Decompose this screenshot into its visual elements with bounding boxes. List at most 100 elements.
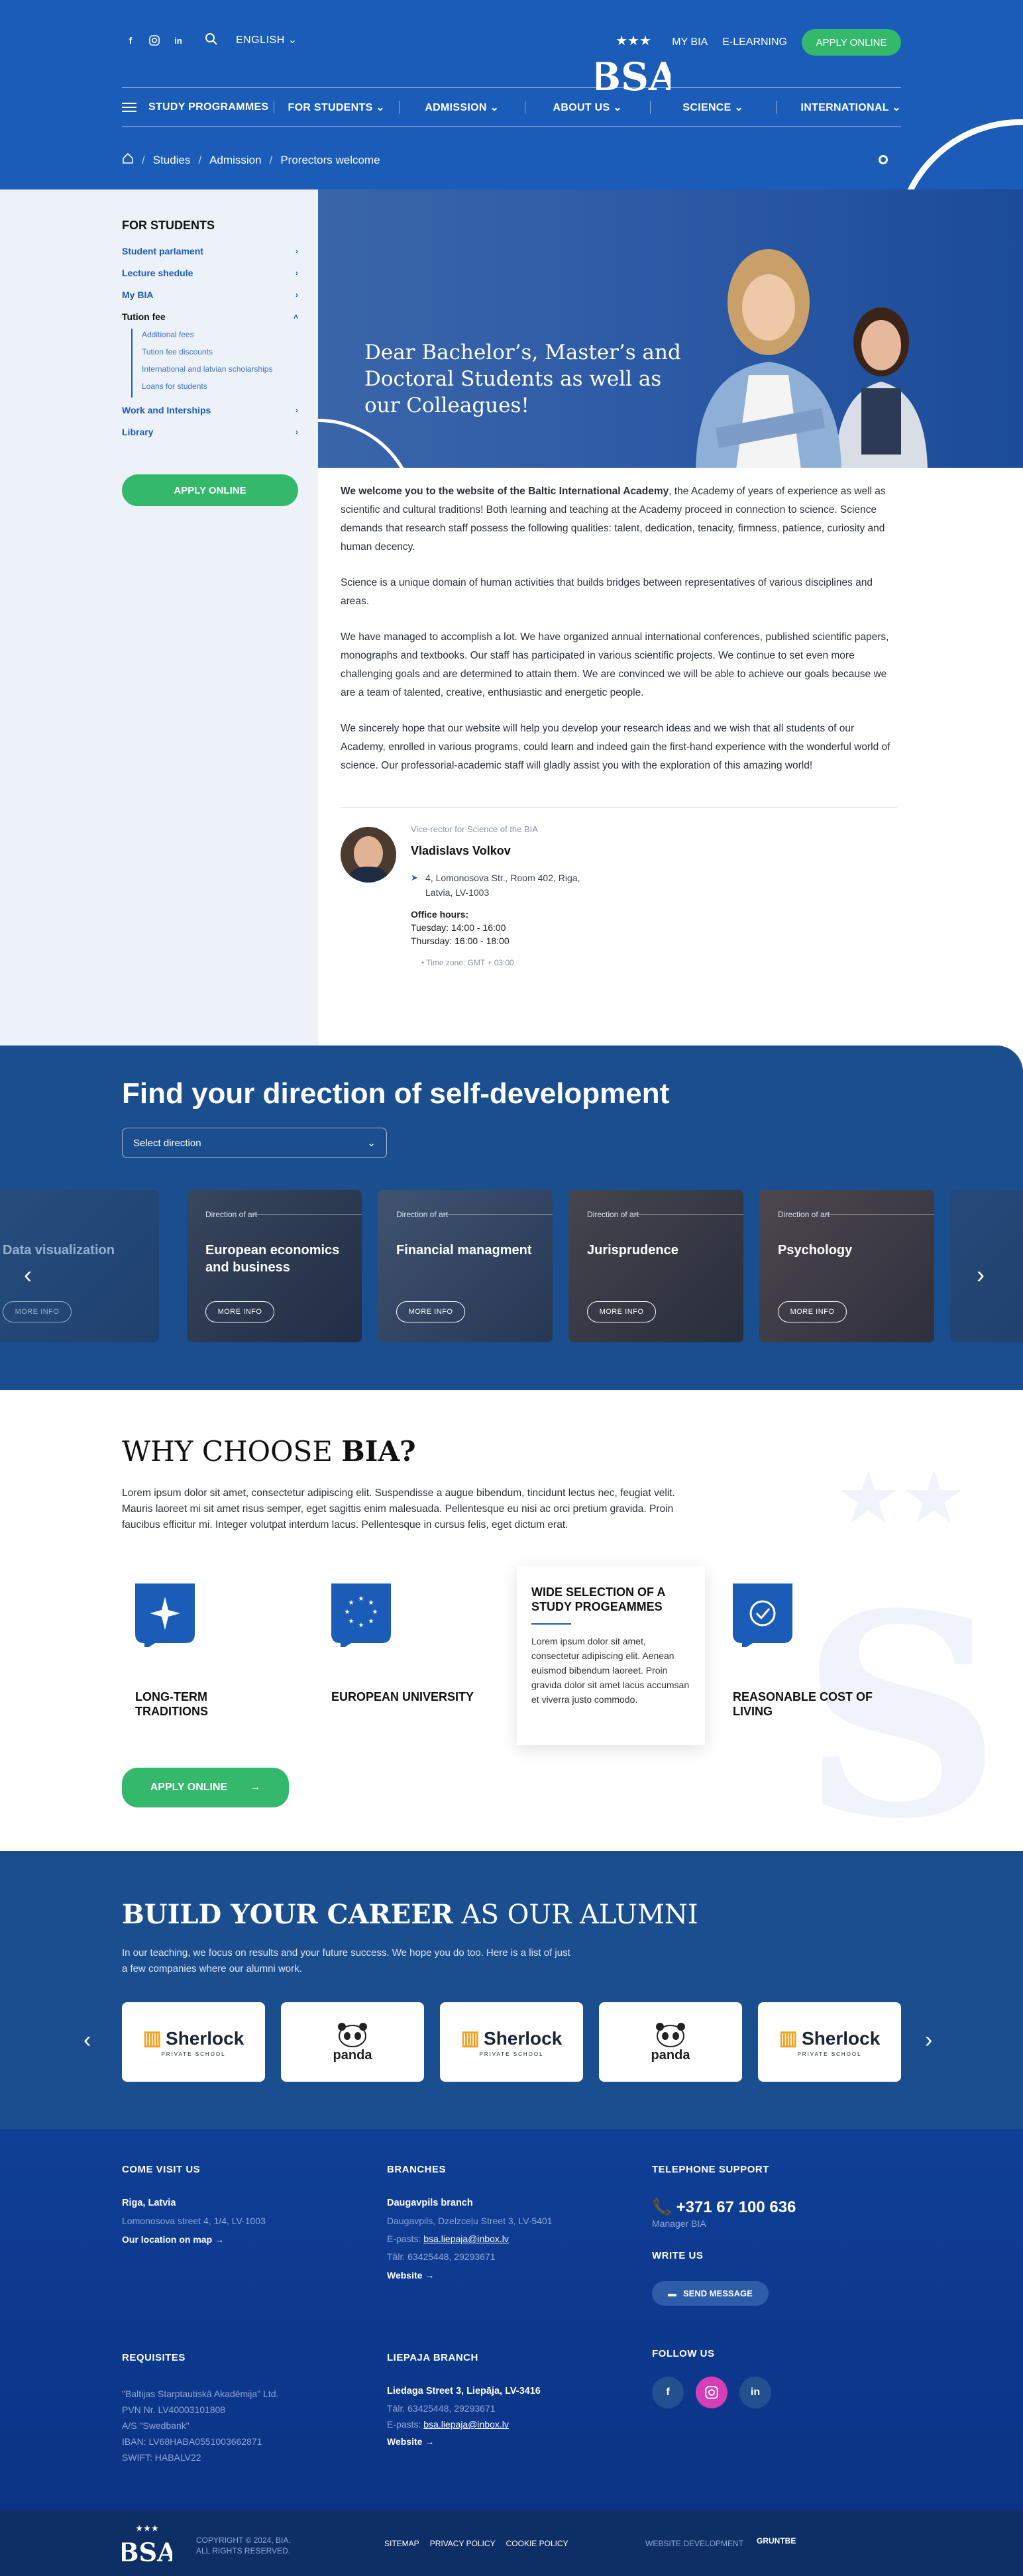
direction-card[interactable]: Direction of art European economics and … [187, 1190, 362, 1342]
paragraph: We sincerely hope that our website will … [341, 723, 890, 771]
elearning-link[interactable]: E-LEARNING [722, 36, 787, 48]
breadcrumb-admission[interactable]: Admission [209, 154, 261, 167]
svg-text:★: ★ [368, 1599, 374, 1607]
footer-branches: BRANCHES Daugavpils branch Daugavpils, D… [387, 2164, 639, 2281]
sidebar-submenu: Additional fees Tution fee discounts Int… [131, 329, 298, 398]
career-title: BUILD YOUR CAREER AS OUR ALUMNI [122, 1899, 698, 1930]
nav-about-us[interactable]: ABOUT US ⌄ [524, 101, 651, 114]
book-icon: ▥ [779, 2027, 798, 2049]
contact-card: Vice-rector for Science of the BIA Vladi… [341, 822, 897, 981]
carousel-next-icon[interactable]: › [925, 2027, 932, 2053]
svg-text:★★: ★★ [835, 1455, 966, 1540]
footer-logo[interactable]: ★★★ BSA [122, 2522, 172, 2565]
phone-number[interactable]: 📞 +371 67 100 636 [652, 2198, 904, 2217]
facebook-icon[interactable]: f [122, 32, 139, 49]
breadcrumb-studies[interactable]: Studies [153, 154, 191, 167]
language-select[interactable]: ENGLISH ⌄ [236, 33, 297, 46]
website-link[interactable]: Website → [387, 2436, 639, 2447]
arrow-right-icon: → [250, 1782, 261, 1793]
svg-text:★★★: ★★★ [616, 32, 651, 48]
eu-stars-icon: ★ ★ ★ ★ ★ ★ ★ ★ [331, 1583, 391, 1650]
direction-card[interactable]: Direction of art Jurisprudence MORE INFO [568, 1190, 743, 1342]
contact-role: Vice-rector for Science of the BIA [411, 824, 538, 834]
nav-study-programmes[interactable]: STUDY PROGRAMMES [122, 101, 274, 113]
apply-online-button[interactable]: APPLY ONLINE [802, 29, 901, 56]
linkedin-icon[interactable]: in [170, 32, 187, 49]
partner-logo-panda[interactable]: panda [281, 2002, 424, 2082]
contact-address: 4, Lomonosova Str., Room 402, Riga,Latvi… [411, 871, 580, 900]
bsa-logo[interactable]: ★★★ BSA [588, 30, 679, 99]
email-link[interactable]: bsa.liepaja@inbox.lv [423, 2233, 509, 2244]
menu-icon[interactable] [122, 103, 136, 112]
privacy-link[interactable]: PRIVACY POLICY [430, 2539, 496, 2548]
my-bia-link[interactable]: MY BIA [672, 36, 708, 48]
footer-requisites: REQUISITES "Baltijas Starptautiskā Akadē… [122, 2352, 279, 2463]
direction-select[interactable]: Select direction ⌄ [122, 1128, 387, 1158]
submenu-tution-discounts[interactable]: Tution fee discounts [142, 346, 298, 363]
partner-logo-sherlock[interactable]: ▥ Sherlock PRIVATE SCHOOL [440, 2002, 583, 2082]
submenu-loans[interactable]: Loans for students [142, 380, 298, 398]
avatar [341, 827, 396, 883]
svg-text:★: ★ [358, 1622, 364, 1629]
nav-for-students[interactable]: FOR STUDENTS ⌄ [273, 101, 400, 114]
search-icon[interactable] [204, 32, 220, 48]
check-icon [733, 1583, 792, 1650]
sidebar-item-tution-fee[interactable]: Tution fee ˄ [122, 311, 298, 333]
main-nav: STUDY PROGRAMMES FOR STUDENTS ⌄ ADMISSIO… [122, 87, 901, 127]
more-info-button[interactable]: MORE INFO [396, 1301, 465, 1322]
sidebar-item-my-bia[interactable]: My BIA › [122, 289, 298, 311]
send-message-button[interactable]: ▬ SEND MESSAGE [652, 2281, 769, 2306]
paragraph: Science is a unique domain of human acti… [341, 577, 873, 607]
more-info-button[interactable]: MORE INFO [3, 1301, 72, 1322]
nav-admission[interactable]: ADMISSION ⌄ [399, 101, 525, 114]
feature-cost: REASONABLE COST OF LIVING [733, 1583, 879, 1719]
carousel-prev-icon[interactable]: ‹ [24, 1263, 32, 1287]
sidebar-item-work[interactable]: Work and Interships › [122, 404, 298, 426]
sidebar-heading: FOR STUDENTS [122, 219, 215, 232]
instagram-icon[interactable] [696, 2377, 727, 2408]
sidebar: FOR STUDENTS Student parlament › Lecture … [0, 189, 318, 1046]
sidebar-item-library[interactable]: Library › [122, 426, 298, 448]
nav-international[interactable]: INTERNATIONAL ⌄ [775, 101, 902, 114]
paragraph: We welcome you to the website of the Bal… [341, 486, 886, 553]
panda-icon [338, 2022, 367, 2047]
feature-traditions: LONG-TERM TRADITIONS [135, 1583, 281, 1719]
direction-card[interactable]: Direction of art Financial managment MOR… [378, 1190, 553, 1342]
partner-logo-sherlock[interactable]: ▥ Sherlock PRIVATE SCHOOL [122, 2002, 265, 2082]
direction-card[interactable]: Direction of art Psychology MORE INFO [759, 1190, 934, 1342]
sidebar-apply-button[interactable]: APPLY ONLINE [122, 474, 298, 506]
chevron-right-icon: › [296, 246, 298, 256]
carousel-next-icon[interactable]: › [977, 1263, 985, 1287]
carousel-prev-icon[interactable]: ‹ [83, 2027, 91, 2053]
svg-text:★: ★ [358, 1595, 364, 1603]
more-info-button[interactable]: MORE INFO [587, 1301, 656, 1322]
top-links: MY BIA E-LEARNING APPLY ONLINE [672, 29, 901, 56]
direction-carousel: Data visualization MORE INFO Direction o… [0, 1190, 1023, 1344]
dev-logo[interactable]: GRUNTBE [757, 2536, 796, 2546]
nav-science[interactable]: SCIENCE ⌄ [650, 101, 776, 114]
more-info-button[interactable]: MORE INFO [205, 1301, 274, 1322]
sidebar-item-student-parlament[interactable]: Student parlament › [122, 245, 298, 267]
partner-logo-sherlock[interactable]: ▥ Sherlock PRIVATE SCHOOL [758, 2002, 901, 2082]
why-apply-button[interactable]: APPLY ONLINE → [122, 1768, 289, 1807]
email-link[interactable]: bsa.liepaja@inbox.lv [423, 2419, 509, 2430]
cookie-link[interactable]: COOKIE POLICY [506, 2539, 568, 2548]
social-links: f in [652, 2377, 904, 2408]
svg-text:★: ★ [345, 1609, 350, 1616]
facebook-icon[interactable]: f [652, 2377, 684, 2408]
partner-logo-panda[interactable]: panda [599, 2002, 742, 2082]
website-link[interactable]: Website → [387, 2270, 639, 2281]
chevron-right-icon: › [296, 427, 298, 437]
submenu-scholarships[interactable]: International and latvian scholarships [142, 363, 298, 380]
sitemap-link[interactable]: SITEMAP [384, 2539, 419, 2548]
more-info-button[interactable]: MORE INFO [778, 1301, 847, 1322]
instagram-icon[interactable] [146, 32, 163, 49]
sidebar-item-lecture-shedule[interactable]: Lecture shedule › [122, 267, 298, 289]
home-icon[interactable] [122, 152, 134, 168]
partner-logos: ▥ Sherlock PRIVATE SCHOOL panda ▥ Sherlock P… [122, 2002, 901, 2082]
direction-card[interactable] [950, 1190, 1023, 1342]
career-text: In our teaching, we focus on results and… [122, 1947, 570, 1974]
map-link[interactable]: Our location on map → [122, 2234, 374, 2245]
linkedin-icon[interactable]: in [739, 2377, 771, 2408]
svg-text:★: ★ [368, 1618, 374, 1625]
